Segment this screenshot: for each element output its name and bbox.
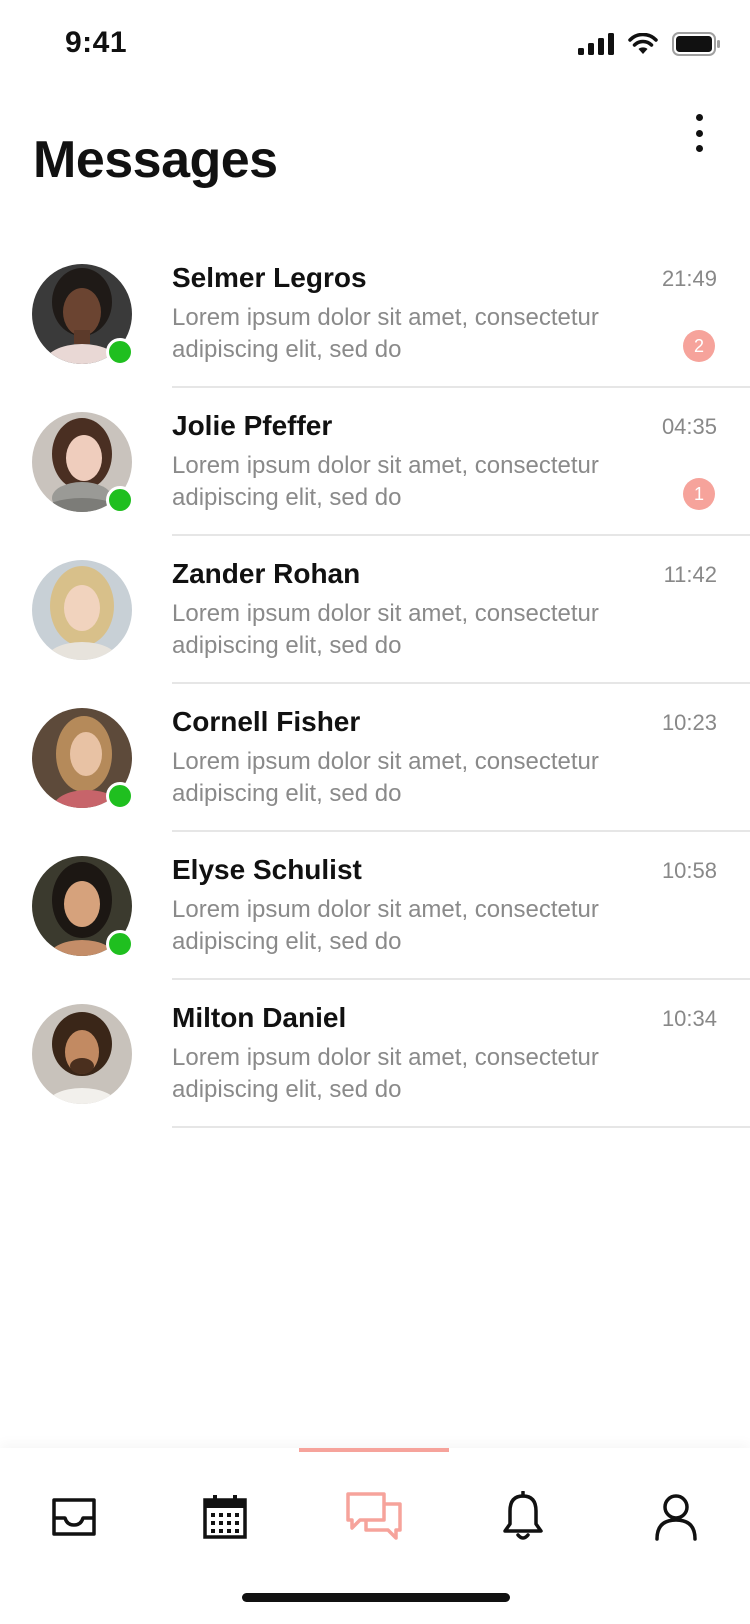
status-icons (578, 32, 720, 56)
message-preview: Lorem ipsum dolor sit amet, consectetur … (172, 304, 599, 363)
message-time: 04:35 (661, 414, 717, 439)
avatar-wrap (32, 412, 134, 514)
conversation-item[interactable]: Elyse Schulist 10:58 Lorem ipsum dolor s… (0, 832, 750, 980)
tab-inbox[interactable] (39, 1482, 109, 1552)
unread-badge: 2 (683, 330, 715, 362)
avatar-wrap (32, 264, 134, 366)
message-time: 10:34 (661, 1006, 717, 1031)
more-options-button[interactable] (684, 108, 714, 158)
more-options-icon (695, 114, 703, 121)
battery-icon (672, 32, 720, 56)
contact-name: Milton Daniel (172, 1002, 347, 1033)
conversation-item[interactable]: Selmer Legros 21:49 Lorem ipsum dolor si… (0, 240, 750, 388)
avatar-wrap (32, 856, 134, 958)
contact-name: Cornell Fisher (172, 706, 361, 737)
avatar[interactable] (32, 560, 132, 660)
conversation-item[interactable]: Cornell Fisher 10:23 Lorem ipsum dolor s… (0, 684, 750, 832)
inbox-icon (52, 1498, 96, 1536)
user-icon (655, 1494, 697, 1541)
status-bar: 9:41 (0, 0, 750, 92)
online-status-dot (106, 930, 134, 958)
online-status-dot (106, 486, 134, 514)
message-time: 21:49 (661, 266, 717, 291)
tab-notifications[interactable] (488, 1482, 558, 1552)
conversation-item[interactable]: Milton Daniel 10:34 Lorem ipsum dolor si… (0, 980, 750, 1128)
contact-name: Jolie Pfeffer (172, 410, 333, 441)
avatar[interactable] (32, 1004, 132, 1104)
tab-calendar[interactable] (190, 1482, 260, 1552)
message-preview: Lorem ipsum dolor sit amet, consectetur … (172, 452, 599, 511)
tab-profile[interactable] (641, 1482, 711, 1552)
message-preview: Lorem ipsum dolor sit amet, consectetur … (172, 896, 599, 955)
contact-name: Elyse Schulist (172, 854, 362, 885)
bell-icon (503, 1491, 543, 1540)
message-time: 10:58 (661, 858, 717, 883)
wifi-icon (628, 33, 658, 55)
active-tab-indicator (299, 1448, 449, 1452)
online-status-dot (106, 338, 134, 366)
conversation-list: Selmer Legros 21:49 Lorem ipsum dolor si… (0, 240, 750, 1128)
online-status-dot (106, 782, 134, 810)
home-indicator[interactable] (242, 1593, 510, 1602)
message-time: 10:23 (661, 710, 717, 735)
signal-icon (578, 33, 614, 55)
page-title: Messages (33, 131, 278, 189)
tab-messages[interactable] (339, 1482, 409, 1552)
avatar-wrap (32, 708, 134, 810)
message-preview: Lorem ipsum dolor sit amet, consectetur … (172, 748, 599, 807)
divider (172, 1126, 750, 1128)
conversation-item[interactable]: Jolie Pfeffer 04:35 Lorem ipsum dolor si… (0, 388, 750, 536)
avatar-wrap (32, 560, 132, 660)
message-time: 11:42 (663, 562, 717, 587)
calendar-icon (203, 1495, 247, 1539)
chat-bubbles-icon (346, 1492, 402, 1540)
unread-badge: 1 (683, 478, 715, 510)
message-preview: Lorem ipsum dolor sit amet, consectetur … (172, 600, 599, 659)
status-time: 9:41 (65, 26, 128, 59)
message-preview: Lorem ipsum dolor sit amet, consectetur … (172, 1044, 599, 1103)
contact-name: Zander Rohan (172, 558, 361, 589)
contact-name: Selmer Legros (172, 262, 367, 293)
avatar-wrap (32, 1004, 132, 1104)
conversation-item[interactable]: Zander Rohan 11:42 Lorem ipsum dolor sit… (0, 536, 750, 684)
